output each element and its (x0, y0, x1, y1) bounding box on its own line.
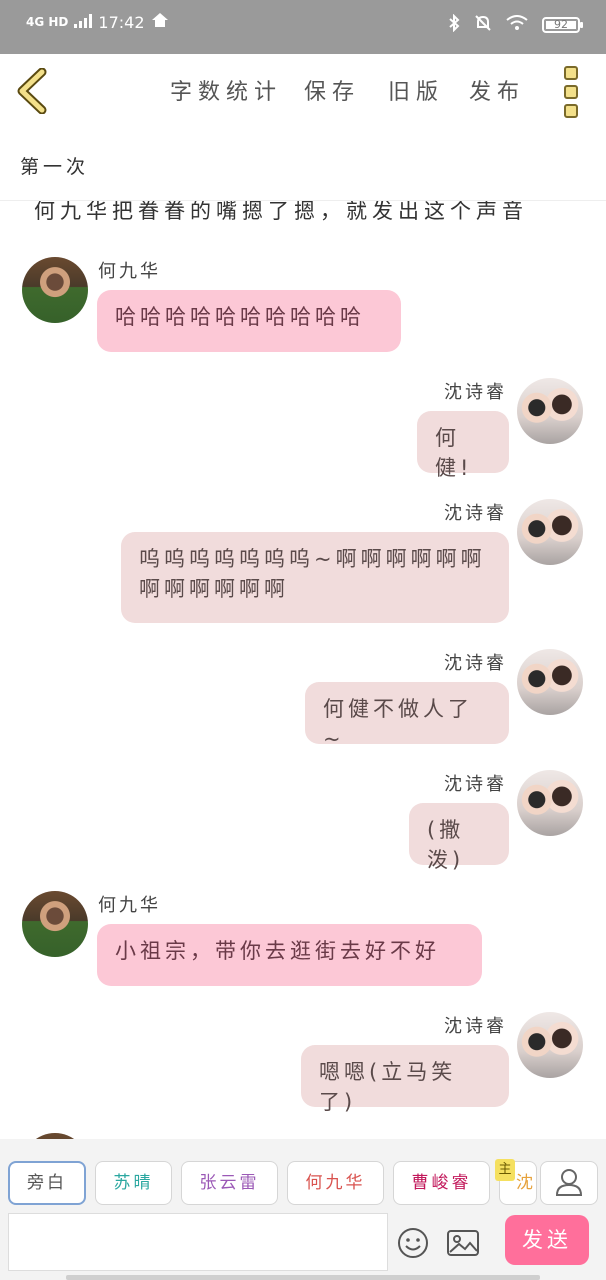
publish-button[interactable]: 发布 (469, 74, 525, 106)
character-chip[interactable]: 苏晴 (95, 1161, 172, 1205)
add-character-button[interactable] (540, 1161, 598, 1205)
menu-dot-icon (564, 85, 578, 99)
image-button[interactable] (446, 1227, 480, 1259)
chat-area[interactable]: 何九华把眷眷的嘴摁了摁，就发出这个声音 何九华 哈哈哈哈哈哈哈哈哈哈 沈诗睿 何… (0, 201, 606, 1139)
message-bubble[interactable]: 哈哈哈哈哈哈哈哈哈哈 (97, 290, 401, 352)
sender-name: 沈诗睿 (444, 1016, 507, 1037)
message-bubble[interactable]: 何健不做人了~ (305, 682, 509, 751)
main-character-badge: 主 (495, 1159, 515, 1181)
smiley-icon (398, 1228, 428, 1258)
network-indicator: 4G HD (26, 15, 69, 29)
image-icon (447, 1230, 479, 1256)
save-button[interactable]: 保存 (304, 74, 360, 106)
sender-name: 沈诗睿 (444, 774, 507, 795)
signal-icon (74, 13, 93, 32)
status-bar: 4G HD 17:42 92 (0, 0, 606, 54)
character-chip[interactable]: 曹峻睿 (393, 1161, 490, 1205)
avatar[interactable] (517, 499, 583, 565)
message-bubble[interactable]: 何健! (417, 411, 509, 480)
sender-name: 沈诗睿 (444, 382, 507, 403)
narration-text: 何九华把眷眷的嘴摁了摁，就发出这个声音 (34, 201, 528, 223)
avatar[interactable] (22, 891, 88, 957)
avatar[interactable] (517, 770, 583, 836)
message-bubble[interactable]: 嗯嗯(立马笑了) (301, 1045, 509, 1114)
word-count-button[interactable]: 字数统计 (170, 74, 282, 106)
avatar[interactable] (517, 378, 583, 444)
emoji-button[interactable] (397, 1227, 429, 1259)
avatar[interactable] (22, 257, 88, 323)
more-menu-button[interactable] (564, 66, 582, 118)
home-icon (151, 12, 169, 32)
bluetooth-icon (448, 13, 460, 36)
message-input[interactable] (8, 1213, 388, 1271)
avatar[interactable] (517, 1012, 583, 1078)
send-button[interactable]: 发送 (505, 1215, 589, 1265)
sender-name: 何九华 (98, 895, 161, 916)
message-bubble[interactable]: 呜呜呜呜呜呜呜~啊啊啊啊啊啊啊啊啊啊啊啊 (121, 532, 509, 623)
back-button[interactable] (14, 67, 54, 115)
mute-icon (474, 14, 492, 36)
character-chip[interactable]: 张云雷 (181, 1161, 278, 1205)
message-bubble[interactable]: 小祖宗，带你去逛街去好不好 (97, 924, 482, 986)
menu-dot-icon (564, 66, 578, 80)
avatar[interactable] (517, 649, 583, 715)
chapter-header[interactable]: 第一次 (0, 128, 606, 201)
menu-dot-icon (564, 104, 578, 118)
old-version-button[interactable]: 旧版 (388, 74, 444, 106)
chapter-title: 第一次 (20, 156, 90, 178)
user-icon (555, 1169, 583, 1196)
character-chip[interactable]: 何九华 (287, 1161, 384, 1205)
top-toolbar: 字数统计 保存 旧版 发布 (0, 54, 606, 129)
battery-level: 92 (554, 18, 568, 31)
back-arrow-icon (17, 67, 47, 115)
sender-name: 沈诗睿 (444, 503, 507, 524)
status-time: 17:42 (98, 12, 145, 32)
composer-panel: 旁白 苏晴 张云雷 何九华 曹峻睿 沈 主 发送 (0, 1139, 606, 1280)
navigation-bar (66, 1275, 540, 1280)
wifi-icon (506, 15, 528, 35)
battery-icon: 92 (542, 17, 583, 33)
character-chip-narrator[interactable]: 旁白 (8, 1161, 86, 1205)
sender-name: 何九华 (98, 261, 161, 282)
message-bubble[interactable]: (撒泼) (409, 803, 509, 872)
sender-name: 沈诗睿 (444, 653, 507, 674)
